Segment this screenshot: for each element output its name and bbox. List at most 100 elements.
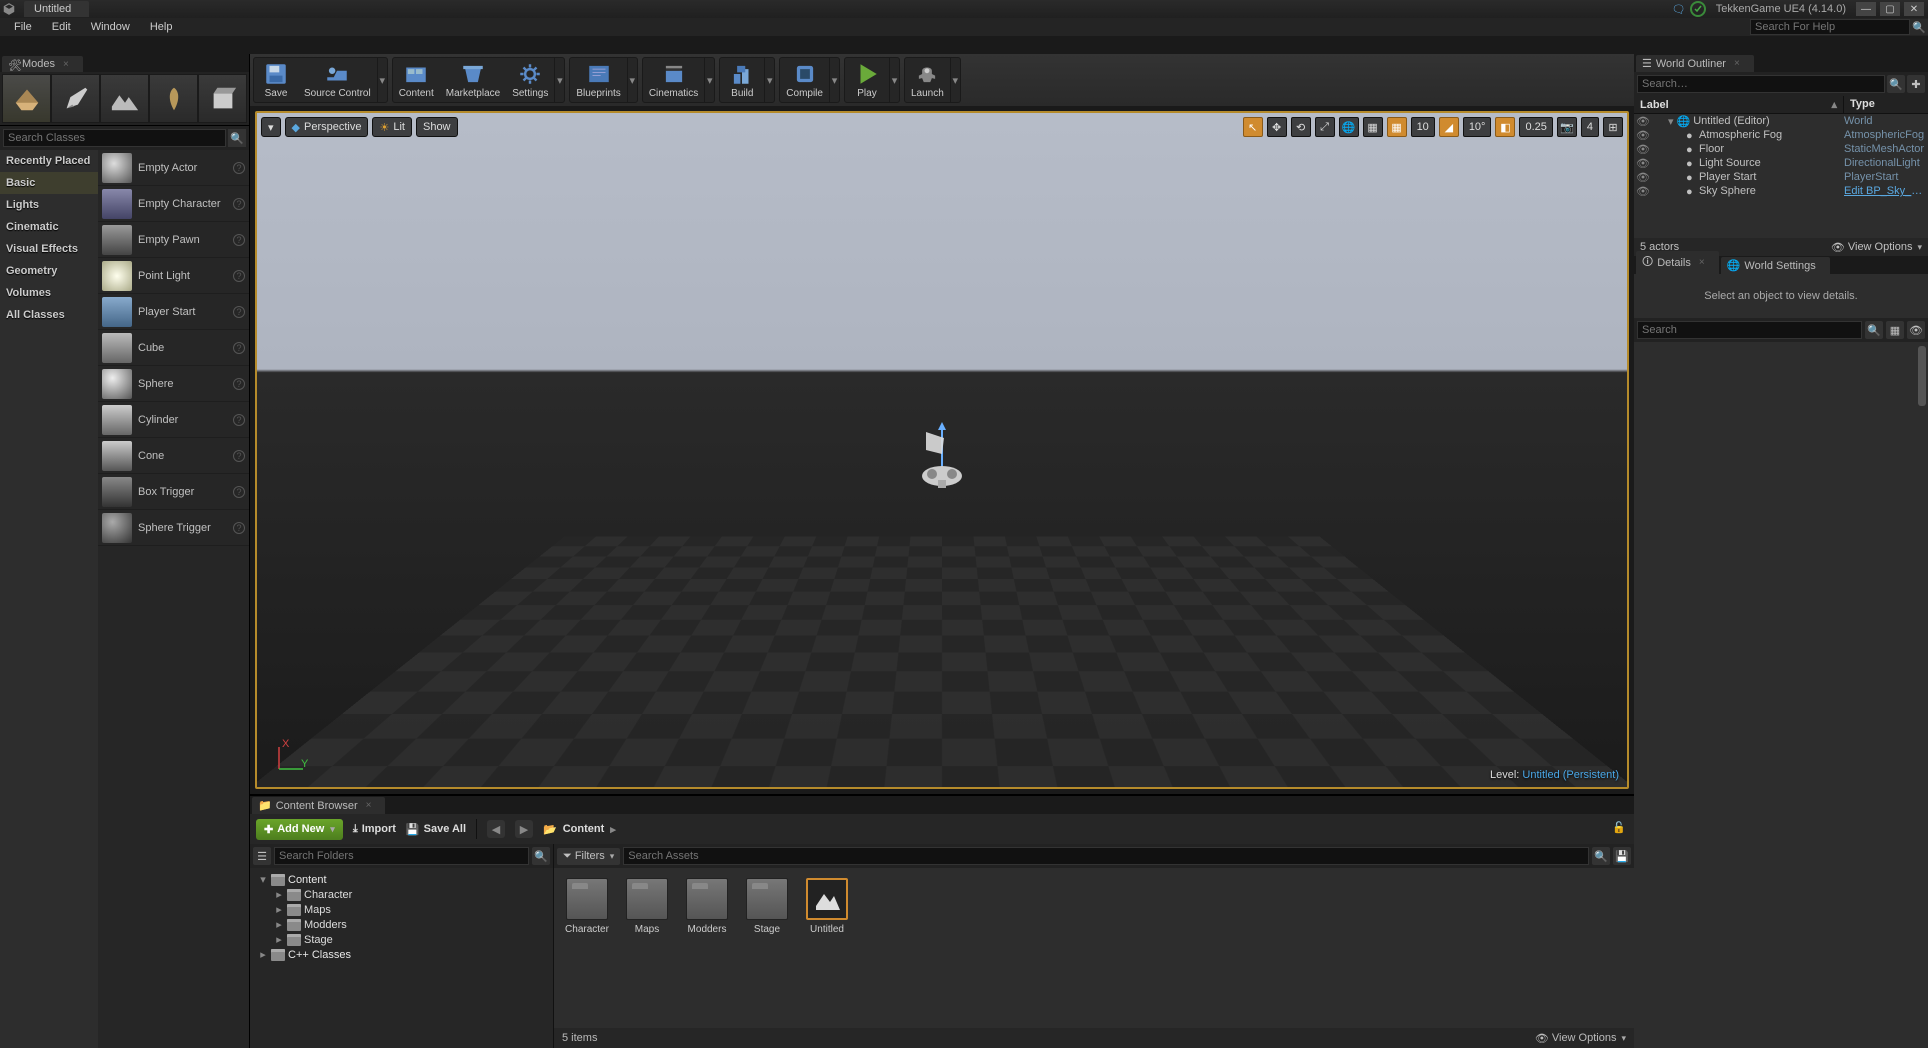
visibility-icon[interactable]: 👁	[1634, 157, 1652, 170]
actor-list-item[interactable]: Cube?	[98, 330, 249, 366]
modes-category-item[interactable]: Geometry	[0, 260, 98, 282]
window-maximize-button[interactable]: ▢	[1880, 2, 1900, 16]
search-icon[interactable]: 🔍	[1865, 321, 1883, 339]
save-button[interactable]: Save	[254, 58, 298, 102]
title-tab[interactable]: Untitled	[24, 1, 89, 17]
outliner-row[interactable]: 👁 ▾🌐 Untitled (Editor) World	[1634, 114, 1928, 128]
maximize-viewport-icon[interactable]: ⊞	[1603, 117, 1623, 137]
cinematics-button[interactable]: Cinematics	[643, 58, 704, 102]
menu-edit[interactable]: Edit	[42, 19, 81, 35]
menu-file[interactable]: File	[4, 19, 42, 35]
breadcrumb[interactable]: 📂 Content ▸	[543, 823, 616, 836]
dropdown-icon[interactable]: ▾	[704, 58, 714, 102]
player-start-actor[interactable]	[902, 418, 982, 498]
dropdown-icon[interactable]: ▾	[950, 58, 960, 102]
source-control-button[interactable]: Source Control	[298, 58, 377, 102]
folder-search-input[interactable]	[274, 847, 529, 865]
visibility-icon[interactable]: 👁	[1634, 185, 1652, 198]
geometry-mode-button[interactable]	[198, 74, 247, 123]
window-minimize-button[interactable]: —	[1856, 2, 1876, 16]
viewport-options-button[interactable]: ▾	[261, 117, 281, 137]
info-icon[interactable]: ?	[233, 162, 245, 174]
settings-button[interactable]: Settings	[506, 58, 554, 102]
info-icon[interactable]: ?	[233, 234, 245, 246]
filters-button[interactable]: ⏷Filters	[557, 848, 620, 865]
lit-button[interactable]: ☀Lit	[372, 117, 412, 137]
visibility-icon[interactable]: 👁	[1634, 143, 1652, 156]
eye-icon[interactable]: 👁	[1907, 321, 1925, 339]
help-search-icon[interactable]: 🔍	[1910, 19, 1928, 35]
import-button[interactable]: ⤓Import	[353, 823, 396, 836]
scale-snap-value[interactable]: 0.25	[1519, 117, 1552, 137]
property-matrix-icon[interactable]: ▦	[1886, 321, 1904, 339]
lock-icon[interactable]: 🔓	[1612, 821, 1628, 837]
translate-tool-icon[interactable]: ✥	[1267, 117, 1287, 137]
world-outliner-tab[interactable]: ☰ World Outliner ×	[1636, 55, 1754, 72]
chat-icon[interactable]: 🗨	[1672, 3, 1686, 16]
scale-snap-icon[interactable]: ◧	[1495, 117, 1515, 137]
tree-item-cpp[interactable]: ▸C++ Classes	[252, 947, 551, 962]
tree-item[interactable]: ▸Character	[252, 887, 551, 902]
outliner-row[interactable]: 👁 ● Atmospheric Fog AtmosphericFog	[1634, 128, 1928, 142]
info-icon[interactable]: ?	[233, 342, 245, 354]
dropdown-icon[interactable]: ▾	[829, 58, 839, 102]
add-new-button[interactable]: ✚ Add New	[256, 819, 343, 840]
outliner-row[interactable]: 👁 ● Floor StaticMeshActor	[1634, 142, 1928, 156]
outliner-label-header[interactable]: Label▴	[1634, 96, 1844, 113]
scale-tool-icon[interactable]: ⤢	[1315, 117, 1335, 137]
info-icon[interactable]: ?	[233, 414, 245, 426]
outliner-row[interactable]: 👁 ● Light Source DirectionalLight	[1634, 156, 1928, 170]
modes-category-item[interactable]: All Classes	[0, 304, 98, 326]
grid-snap-value[interactable]: 10	[1411, 117, 1435, 137]
actor-list-item[interactable]: Player Start?	[98, 294, 249, 330]
info-icon[interactable]: ?	[233, 306, 245, 318]
surface-snap-icon[interactable]: ▦	[1363, 117, 1383, 137]
info-icon[interactable]: ?	[233, 198, 245, 210]
build-button[interactable]: Build	[720, 58, 764, 102]
actor-list-item[interactable]: Point Light?	[98, 258, 249, 294]
save-all-button[interactable]: 💾Save All	[406, 823, 466, 836]
save-icon[interactable]: 💾	[1613, 847, 1631, 865]
close-icon[interactable]: ×	[1734, 58, 1740, 69]
asset-search-input[interactable]	[623, 847, 1589, 865]
modes-tab[interactable]: 🛠 Modes ×	[2, 56, 83, 72]
launch-button[interactable]: Launch	[905, 58, 950, 102]
details-scrollbar[interactable]	[1634, 342, 1928, 1048]
actor-list-item[interactable]: Sphere?	[98, 366, 249, 402]
coord-space-icon[interactable]: 🌐	[1339, 117, 1359, 137]
dropdown-icon[interactable]: ▾	[764, 58, 774, 102]
dropdown-icon[interactable]: ▾	[554, 58, 564, 102]
asset-item[interactable]: Maps	[624, 878, 670, 1018]
level-link[interactable]: Untitled (Persistent)	[1522, 769, 1619, 781]
info-icon[interactable]: ?	[233, 378, 245, 390]
info-icon[interactable]: ?	[233, 522, 245, 534]
actor-list-item[interactable]: Sphere Trigger?	[98, 510, 249, 546]
close-icon[interactable]: ×	[63, 59, 69, 70]
menu-help[interactable]: Help	[140, 19, 183, 35]
select-tool-icon[interactable]: ↖	[1243, 117, 1263, 137]
info-icon[interactable]: ?	[233, 270, 245, 282]
search-icon[interactable]: 🔍	[1592, 847, 1610, 865]
actor-list-item[interactable]: Empty Character?	[98, 186, 249, 222]
foliage-mode-button[interactable]	[149, 74, 198, 123]
asset-item[interactable]: Untitled	[804, 878, 850, 1018]
outliner-type[interactable]: Edit BP_Sky_Sphere	[1844, 185, 1928, 197]
view-options-button[interactable]: 👁View Options	[1535, 1032, 1626, 1045]
show-button[interactable]: Show	[416, 117, 458, 137]
actor-list-item[interactable]: Cylinder?	[98, 402, 249, 438]
dropdown-icon[interactable]: ▾	[627, 58, 637, 102]
visibility-icon[interactable]: 👁	[1634, 171, 1652, 184]
perspective-button[interactable]: ◆Perspective	[285, 117, 369, 137]
source-status-icon[interactable]	[1690, 1, 1706, 17]
modes-category-item[interactable]: Cinematic	[0, 216, 98, 238]
search-icon[interactable]: 🔍	[532, 847, 550, 865]
search-icon[interactable]: 🔍	[228, 129, 246, 147]
info-icon[interactable]: ?	[233, 450, 245, 462]
window-close-button[interactable]: ✕	[1904, 2, 1924, 16]
compile-button[interactable]: Compile	[780, 58, 829, 102]
visibility-icon[interactable]: 👁	[1634, 115, 1652, 128]
modes-category-item[interactable]: Volumes	[0, 282, 98, 304]
actor-list-item[interactable]: Box Trigger?	[98, 474, 249, 510]
outliner-row[interactable]: 👁 ● Sky Sphere Edit BP_Sky_Sphere	[1634, 184, 1928, 198]
actor-list-item[interactable]: Empty Actor?	[98, 150, 249, 186]
